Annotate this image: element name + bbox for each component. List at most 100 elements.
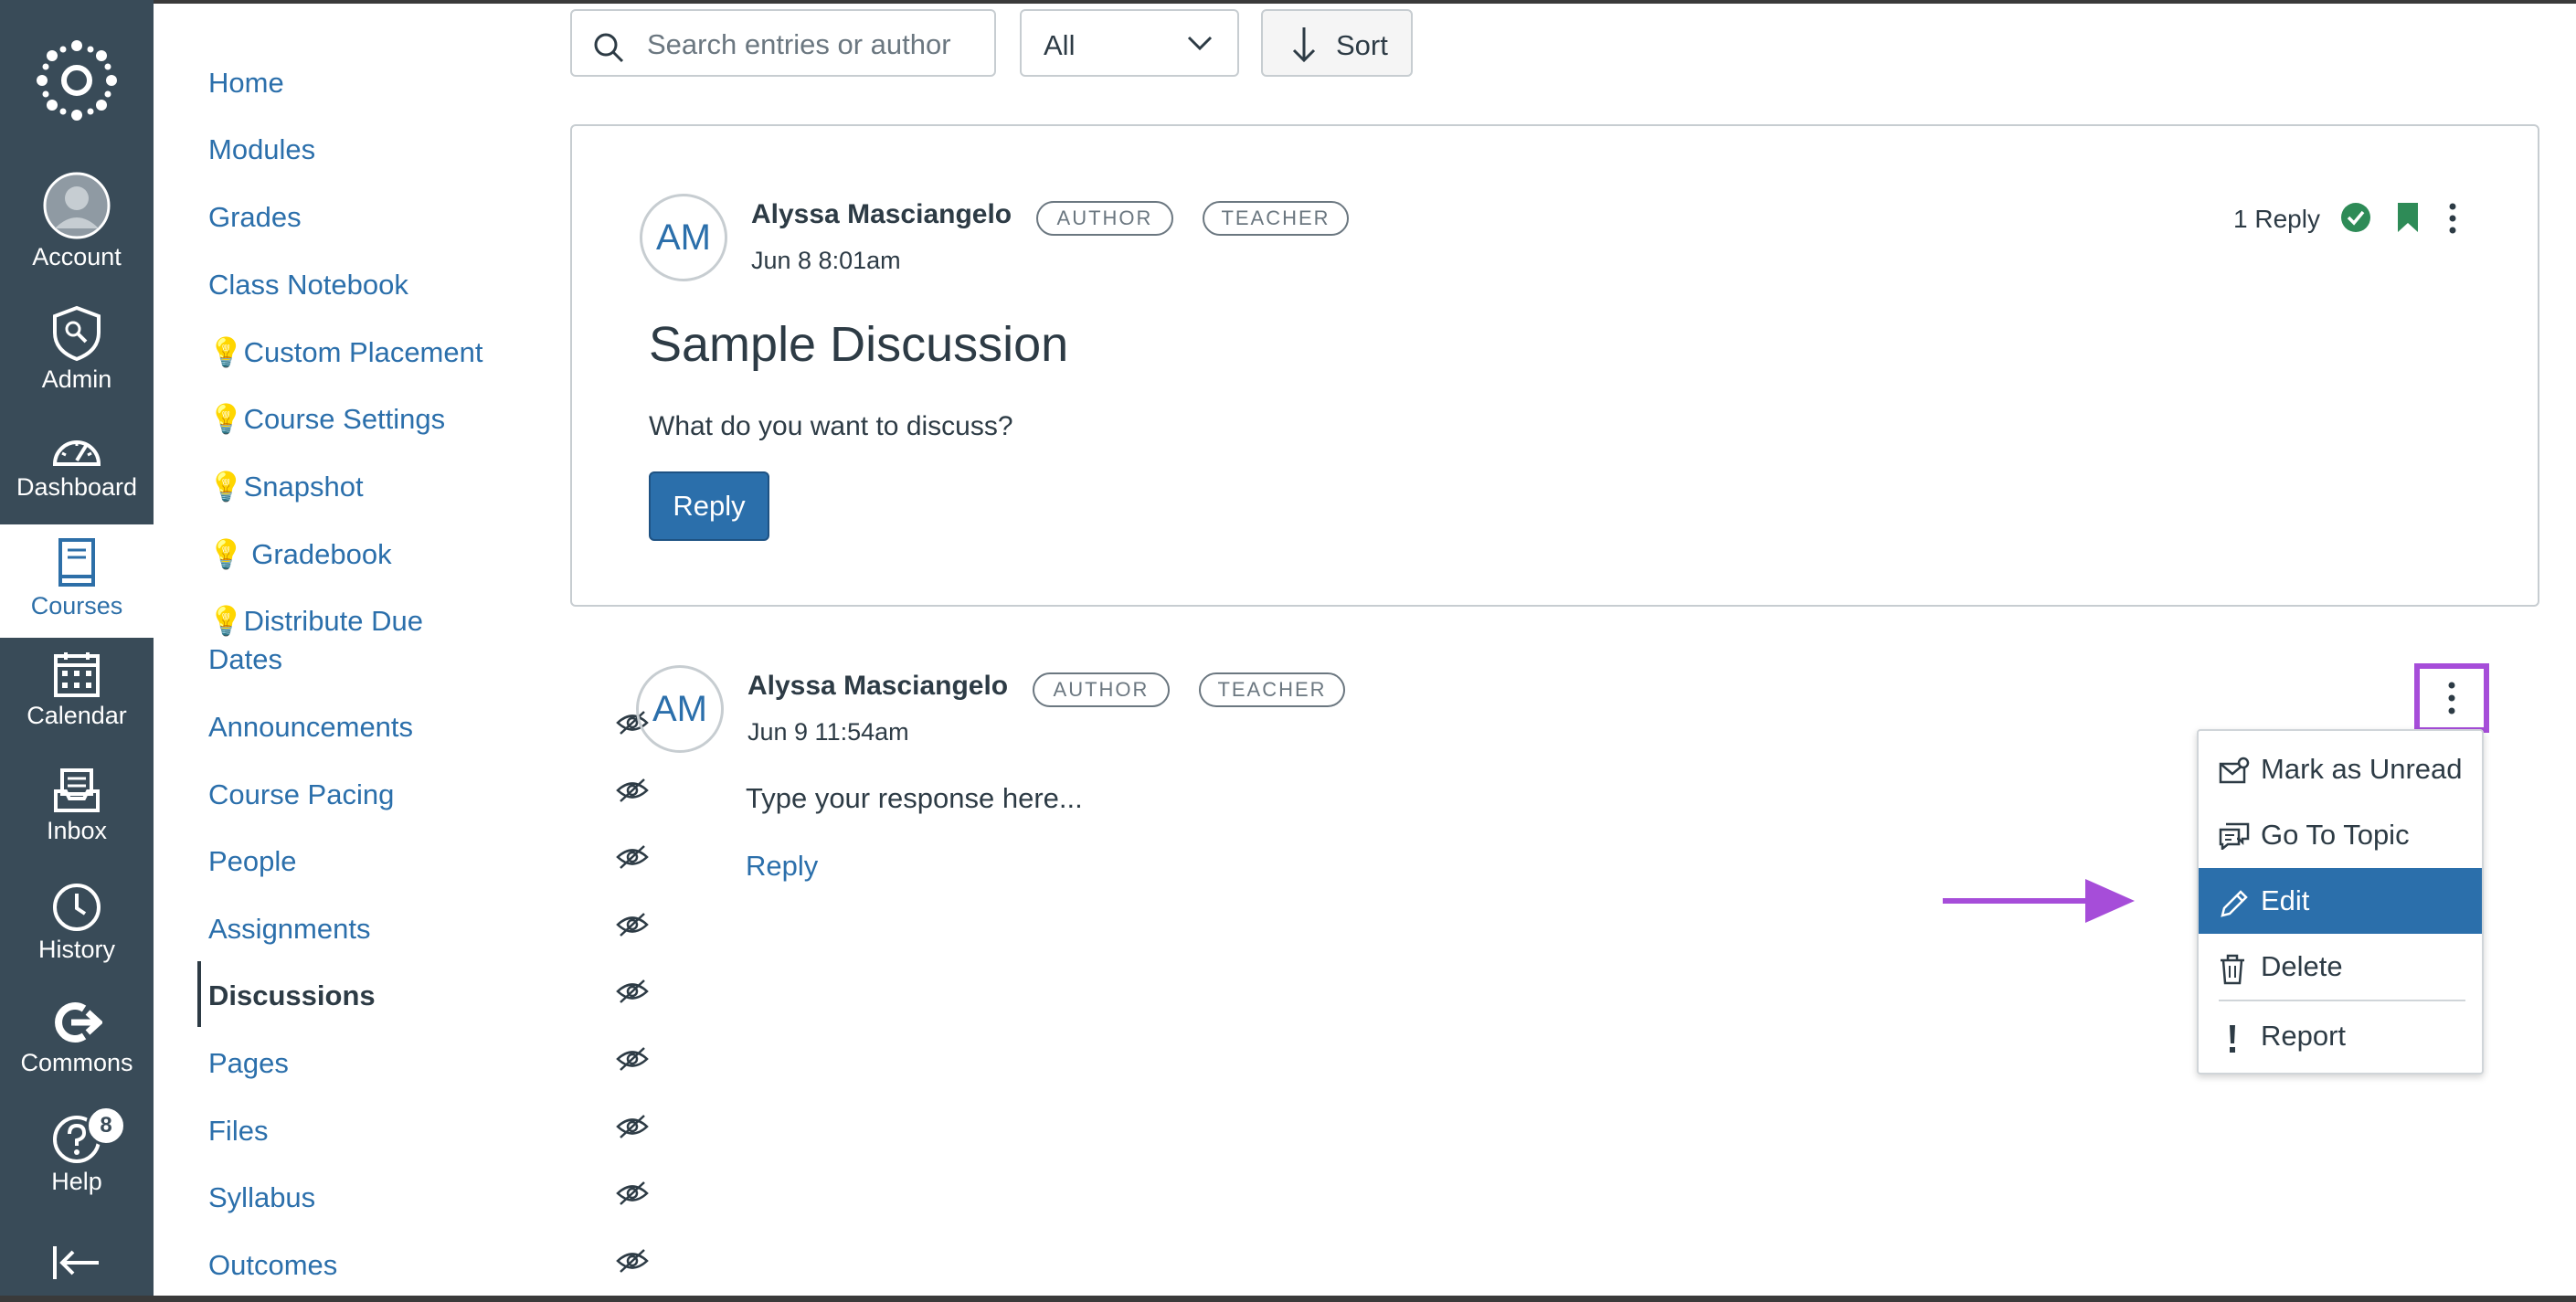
gnav-admin[interactable]: Admin xyxy=(0,305,154,394)
entry-author-badge: AUTHOR xyxy=(1033,672,1170,707)
gnav-courses[interactable]: Courses xyxy=(0,524,154,638)
search-box xyxy=(570,9,996,77)
hidden-eye-icon xyxy=(616,1249,649,1273)
course-nav-gradebook[interactable]: 💡 Gradebook xyxy=(208,535,392,574)
gnav-history[interactable]: History xyxy=(0,883,154,964)
hidden-eye-icon xyxy=(616,913,649,937)
account-avatar-icon xyxy=(43,172,111,239)
filter-select-value: All xyxy=(1044,29,1076,61)
gnav-dashboard-label: Dashboard xyxy=(16,473,138,501)
gnav-account[interactable]: Account xyxy=(0,172,154,271)
window-bottom-border xyxy=(0,1296,2576,1302)
collapse-nav-icon[interactable] xyxy=(51,1244,102,1281)
gnav-dashboard[interactable]: Dashboard xyxy=(0,429,154,502)
sort-button-label: Sort xyxy=(1336,29,1388,61)
hidden-eye-icon xyxy=(616,1115,649,1138)
course-nav-class-notebook[interactable]: Class Notebook xyxy=(208,266,408,304)
course-nav-assignments[interactable]: Assignments xyxy=(208,910,370,948)
entry-options-menu: Mark as Unread Go To Topic Edit Delete R… xyxy=(2197,729,2484,1074)
hidden-eye-icon xyxy=(616,845,649,869)
menu-edit[interactable]: Edit xyxy=(2199,868,2482,934)
topic-date: Jun 8 8:01am xyxy=(751,247,901,274)
menu-edit-label: Edit xyxy=(2261,884,2310,916)
course-nav-custom-placement[interactable]: 💡Custom Placement xyxy=(208,333,482,372)
gnav-help[interactable]: Help xyxy=(0,1115,154,1196)
mark-unread-icon xyxy=(2219,757,2250,784)
entry-date: Jun 9 11:54am xyxy=(747,718,909,746)
menu-report-label: Report xyxy=(2261,1020,2347,1052)
go-to-topic-icon xyxy=(2219,822,2250,850)
teacher-badge: TEACHER xyxy=(1203,201,1349,236)
entry-teacher-badge: TEACHER xyxy=(1199,672,1345,707)
gnav-courses-label: Courses xyxy=(30,592,123,619)
bookmark-icon[interactable] xyxy=(2396,201,2420,234)
active-indicator-bar xyxy=(197,961,201,1027)
course-navigation: Home Modules Grades Class Notebook 💡Cust… xyxy=(154,0,649,1296)
gnav-admin-label: Admin xyxy=(41,365,112,393)
gnav-calendar-label: Calendar xyxy=(27,702,127,729)
gnav-calendar[interactable]: Calendar xyxy=(0,651,154,730)
entry-author-avatar[interactable]: AM xyxy=(636,665,724,753)
course-nav-people[interactable]: People xyxy=(208,842,297,881)
course-nav-distribute-line2: Dates xyxy=(208,643,282,675)
gnav-inbox[interactable]: Inbox xyxy=(0,767,154,845)
gnav-account-label: Account xyxy=(32,243,122,270)
course-nav-outcomes[interactable]: Outcomes xyxy=(208,1246,337,1285)
course-nav-snapshot[interactable]: 💡Snapshot xyxy=(208,468,364,506)
trash-icon xyxy=(2221,954,2244,985)
author-badge: AUTHOR xyxy=(1036,201,1173,236)
canvas-logo-icon[interactable] xyxy=(35,38,119,122)
commons-icon xyxy=(55,1002,102,1043)
hidden-eye-icon xyxy=(616,1047,649,1071)
gnav-commons-label: Commons xyxy=(20,1049,133,1076)
history-clock-icon xyxy=(53,884,101,931)
pencil-icon xyxy=(2221,890,2248,917)
gnav-commons[interactable]: Commons xyxy=(0,1000,154,1077)
course-nav-modules[interactable]: Modules xyxy=(208,131,315,169)
menu-separator xyxy=(2219,1000,2465,1001)
entry-kebab-icon xyxy=(2448,682,2455,715)
course-nav-course-pacing[interactable]: Course Pacing xyxy=(208,776,394,814)
entry-author-name[interactable]: Alyssa Masciangelo xyxy=(747,671,1008,702)
filter-select[interactable]: All xyxy=(1020,9,1239,77)
course-nav-pages[interactable]: Pages xyxy=(208,1044,289,1083)
hidden-eye-icon xyxy=(616,778,649,802)
menu-delete-label: Delete xyxy=(2261,950,2343,982)
admin-shield-icon xyxy=(53,305,101,362)
topic-kebab-icon[interactable] xyxy=(2443,201,2462,236)
exclamation-icon xyxy=(2230,1025,2235,1053)
annotation-arrow-icon xyxy=(1943,879,2135,923)
course-nav-grades[interactable]: Grades xyxy=(208,198,302,237)
entry-options-button[interactable] xyxy=(2414,663,2489,733)
menu-go-to-topic[interactable]: Go To Topic xyxy=(2199,802,2482,868)
course-nav-course-settings[interactable]: 💡Course Settings xyxy=(208,400,445,439)
topic-reply-button[interactable]: Reply xyxy=(649,471,769,541)
sort-button[interactable]: Sort xyxy=(1261,9,1413,77)
topic-message: What do you want to discuss? xyxy=(649,411,1013,441)
topic-title: Sample Discussion xyxy=(649,317,1069,372)
read-checkmark-icon xyxy=(2341,203,2370,232)
menu-mark-as-unread[interactable]: Mark as Unread xyxy=(2199,736,2482,802)
course-nav-distribute-line1: 💡Distribute Due xyxy=(208,605,424,637)
course-nav-files[interactable]: Files xyxy=(208,1112,268,1150)
course-nav-discussions[interactable]: Discussions xyxy=(208,977,376,1015)
search-input[interactable] xyxy=(645,22,987,68)
menu-report[interactable]: Report xyxy=(2199,1003,2482,1069)
course-nav-syllabus[interactable]: Syllabus xyxy=(208,1179,315,1217)
arrow-down-icon xyxy=(1292,27,1316,63)
courses-book-icon xyxy=(58,538,95,587)
topic-author-name[interactable]: Alyssa Masciangelo xyxy=(751,199,1012,230)
author-avatar[interactable]: AM xyxy=(640,194,727,281)
course-nav-home[interactable]: Home xyxy=(208,64,284,102)
menu-go-to-topic-label: Go To Topic xyxy=(2261,819,2410,851)
gnav-history-label: History xyxy=(37,936,115,963)
course-nav-announcements[interactable]: Announcements xyxy=(208,708,413,746)
entry-message: Type your response here... xyxy=(746,782,1083,814)
global-navigation: Account Admin Dashboard Courses Calendar… xyxy=(0,0,154,1302)
discussion-topic-card: AM Alyssa Masciangelo AUTHOR TEACHER Jun… xyxy=(570,124,2539,607)
course-nav-distribute-due-dates[interactable]: 💡Distribute Due Dates xyxy=(208,602,423,679)
entry-reply-link[interactable]: Reply xyxy=(746,850,818,883)
menu-delete[interactable]: Delete xyxy=(2199,934,2482,1000)
search-icon xyxy=(594,33,624,63)
chevron-down-icon xyxy=(1187,36,1213,51)
